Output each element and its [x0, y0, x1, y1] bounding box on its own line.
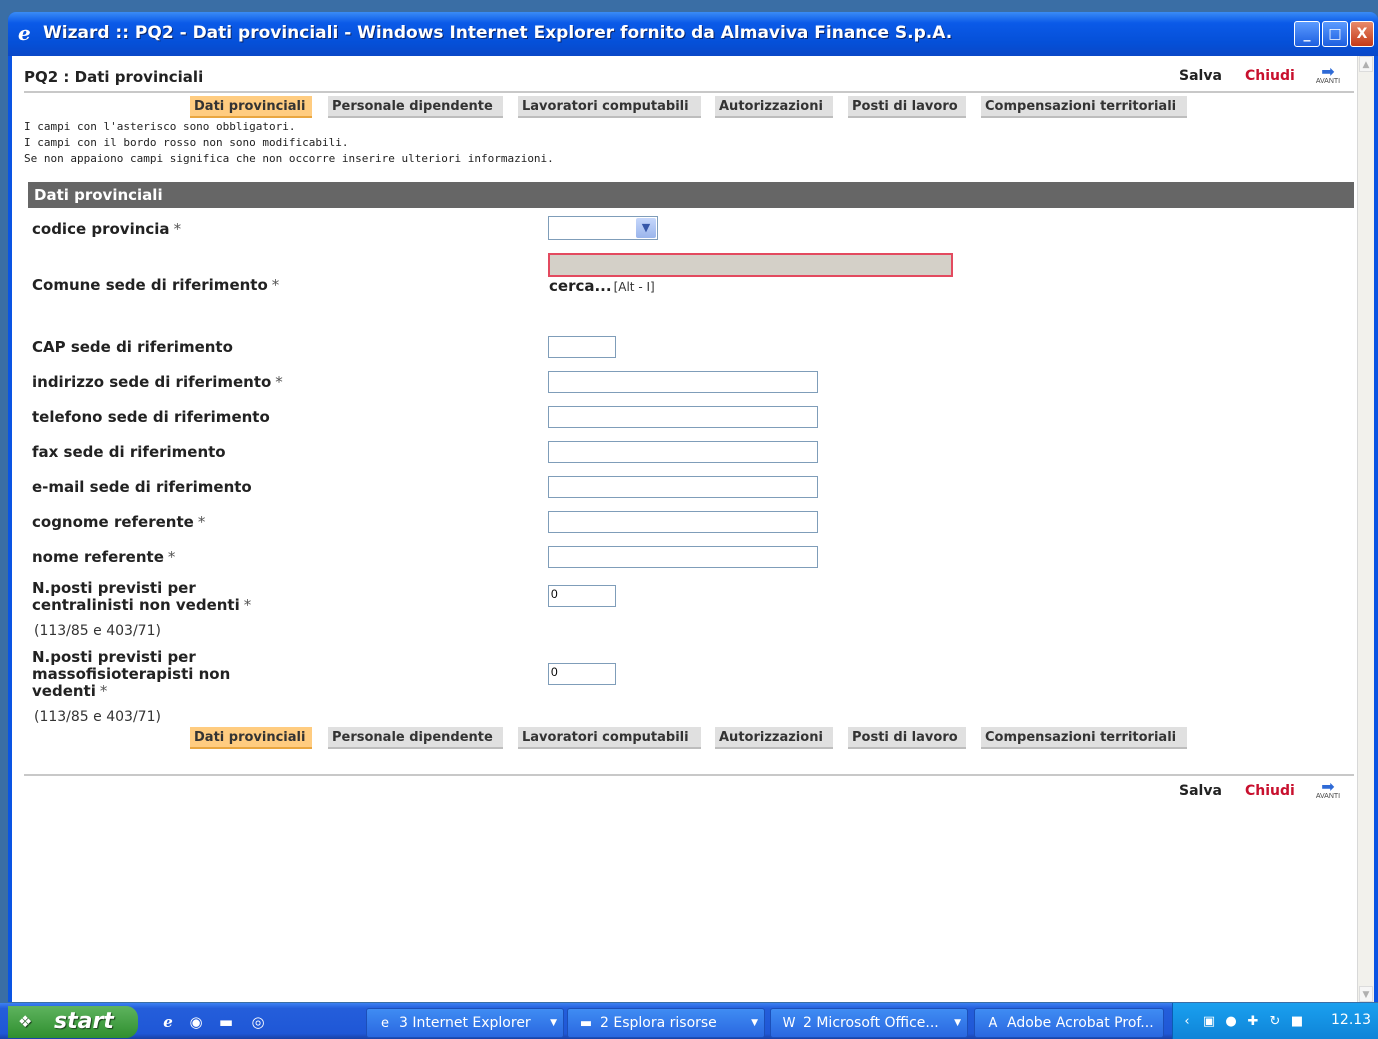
start-button[interactable]: ❖ start: [8, 1006, 138, 1038]
network-icon[interactable]: ▣: [1201, 1014, 1217, 1030]
close-button-top[interactable]: Chiudi: [1245, 68, 1295, 84]
tab-personale-dipendente[interactable]: Personale dipendente: [328, 96, 503, 118]
arrow-right-icon: ➡: [1321, 62, 1335, 81]
tab-autorizzazioni-bottom[interactable]: Autorizzazioni: [715, 727, 833, 749]
taskbar-office-label: 2 Microsoft Office...: [803, 1015, 939, 1031]
caret-down-icon: ▼: [550, 1018, 557, 1028]
telefono-input[interactable]: [548, 406, 818, 428]
maximize-button[interactable]: □: [1322, 21, 1348, 47]
caret-down-icon: ▼: [751, 1018, 758, 1028]
word-icon: W: [782, 1016, 796, 1031]
taskbar-acrobat-label: Adobe Acrobat Prof...: [1007, 1015, 1154, 1031]
taskbar-ie-label: 3 Internet Explorer: [399, 1015, 531, 1031]
scroll-down-icon[interactable]: ▼: [1359, 986, 1373, 1002]
minimize-button[interactable]: _: [1294, 21, 1320, 47]
taskbar-explorer-label: 2 Esplora risorse: [600, 1015, 717, 1031]
ie-icon: e: [18, 21, 31, 45]
tab-dati-provinciali-bottom[interactable]: Dati provinciali: [190, 727, 312, 749]
section-header: Dati provinciali: [28, 182, 1354, 208]
alert-icon[interactable]: ■: [1289, 1014, 1305, 1030]
ie-icon[interactable]: e: [158, 1012, 178, 1032]
taskbar-button-office[interactable]: W 2 Microsoft Office... ▼: [770, 1008, 968, 1038]
browser-window: e Wizard :: PQ2 - Dati provinciali - Win…: [8, 12, 1378, 1002]
taskbar: ❖ start e ◉ ▬ ◎ e 3 Internet Explorer ▼ ▬…: [0, 1003, 1378, 1039]
note-required: I campi con l'asterisco sono obbligatori…: [24, 120, 296, 133]
security-icon[interactable]: ✚: [1245, 1014, 1261, 1030]
cognome-label: cognome referente *: [32, 513, 206, 531]
note-no-fields: Se non appaiono campi significa che non …: [24, 152, 554, 165]
caret-down-icon: ▼: [954, 1018, 961, 1028]
title-bar[interactable]: e Wizard :: PQ2 - Dati provinciali - Win…: [8, 12, 1378, 56]
tab-compensazioni-territoriali[interactable]: Compensazioni territoriali: [981, 96, 1187, 118]
divider-bottom: [24, 774, 1354, 776]
centralinisti-note: (113/85 e 403/71): [34, 623, 161, 639]
next-button-top[interactable]: ➡ AVANTI: [1308, 62, 1348, 94]
ie-icon: e: [381, 1016, 389, 1031]
tab-dati-provinciali[interactable]: Dati provinciali: [190, 96, 312, 118]
page-title: PQ2 : Dati provinciali: [24, 68, 204, 86]
windows-flag-icon: ❖: [18, 1012, 33, 1031]
folder-icon[interactable]: ▬: [216, 1012, 236, 1032]
indirizzo-input[interactable]: [548, 371, 818, 393]
nome-input[interactable]: [548, 546, 818, 568]
save-button-top[interactable]: Salva: [1179, 68, 1222, 84]
tray-expand-icon[interactable]: ‹: [1179, 1014, 1195, 1030]
fax-input[interactable]: [548, 441, 818, 463]
comune-search-link[interactable]: cerca... [Alt - I]: [549, 277, 655, 295]
tab-lavoratori-computabili[interactable]: Lavoratori computabili: [518, 96, 701, 118]
page-content: PQ2 : Dati provinciali Salva Chiudi ➡ AV…: [12, 56, 1374, 1002]
nome-label: nome referente *: [32, 548, 176, 566]
vertical-scrollbar[interactable]: ▲ ▼: [1357, 56, 1374, 1002]
divider: [24, 91, 1354, 93]
system-tray: ‹ ▣ ● ✚ ↻ ■ 12.13: [1172, 1003, 1378, 1039]
start-label: start: [54, 1009, 114, 1034]
scroll-up-icon[interactable]: ▲: [1359, 56, 1373, 72]
comune-label: Comune sede di riferimento *: [32, 276, 280, 294]
taskbar-button-ie[interactable]: e 3 Internet Explorer ▼: [366, 1008, 564, 1038]
centralinisti-label: N.posti previsti per centralinisti non ve…: [32, 579, 252, 614]
telefono-label: telefono sede di riferimento: [32, 408, 270, 426]
next-button-bottom[interactable]: ➡ AVANTI: [1308, 777, 1348, 809]
fax-label: fax sede di riferimento: [32, 443, 226, 461]
save-button-bottom[interactable]: Salva: [1179, 783, 1222, 799]
tab-posti-di-lavoro[interactable]: Posti di lavoro: [848, 96, 966, 118]
cognome-input[interactable]: [548, 511, 818, 533]
close-button-bottom[interactable]: Chiudi: [1245, 783, 1295, 799]
tab-posti-di-lavoro-bottom[interactable]: Posti di lavoro: [848, 727, 966, 749]
note-readonly: I campi con il bordo rosso non sono modi…: [24, 136, 349, 149]
centralinisti-input[interactable]: 0: [548, 585, 616, 607]
email-label: e-mail sede di riferimento: [32, 478, 252, 496]
next-label: AVANTI: [1315, 793, 1341, 800]
next-label: AVANTI: [1315, 78, 1341, 85]
taskbar-button-acrobat[interactable]: A Adobe Acrobat Prof...: [974, 1008, 1164, 1038]
tab-autorizzazioni[interactable]: Autorizzazioni: [715, 96, 833, 118]
chevron-down-icon[interactable]: ▼: [636, 218, 656, 238]
comune-field: [548, 253, 953, 277]
massofisioterapisti-input[interactable]: 0: [548, 663, 616, 685]
clock: 12.13: [1331, 1012, 1372, 1028]
cap-input[interactable]: [548, 336, 616, 358]
arrow-right-icon: ➡: [1321, 777, 1335, 796]
sync-icon[interactable]: ↻: [1267, 1014, 1283, 1030]
email-input[interactable]: [548, 476, 818, 498]
massofisioterapisti-note: (113/85 e 403/71): [34, 709, 161, 725]
window-title: Wizard :: PQ2 - Dati provinciali - Windo…: [43, 23, 953, 43]
tab-lavoratori-computabili-bottom[interactable]: Lavoratori computabili: [518, 727, 701, 749]
tab-personale-dipendente-bottom[interactable]: Personale dipendente: [328, 727, 503, 749]
taskbar-button-explorer[interactable]: ▬ 2 Esplora risorse ▼: [567, 1008, 765, 1038]
acrobat-icon: A: [988, 1016, 998, 1031]
codice-provincia-label: codice provincia *: [32, 220, 182, 238]
media-icon[interactable]: ◎: [248, 1012, 268, 1032]
cap-label: CAP sede di riferimento: [32, 338, 233, 356]
ie-alt-icon[interactable]: ◉: [186, 1012, 206, 1032]
user-icon[interactable]: ●: [1223, 1014, 1239, 1030]
massofisioterapisti-label: N.posti previsti per massofisioterapisti …: [32, 648, 231, 700]
close-window-button[interactable]: X: [1350, 21, 1374, 47]
tab-compensazioni-territoriali-bottom[interactable]: Compensazioni territoriali: [981, 727, 1187, 749]
indirizzo-label: indirizzo sede di riferimento *: [32, 373, 283, 391]
folder-icon: ▬: [579, 1016, 593, 1031]
codice-provincia-select[interactable]: ▼: [548, 216, 658, 240]
